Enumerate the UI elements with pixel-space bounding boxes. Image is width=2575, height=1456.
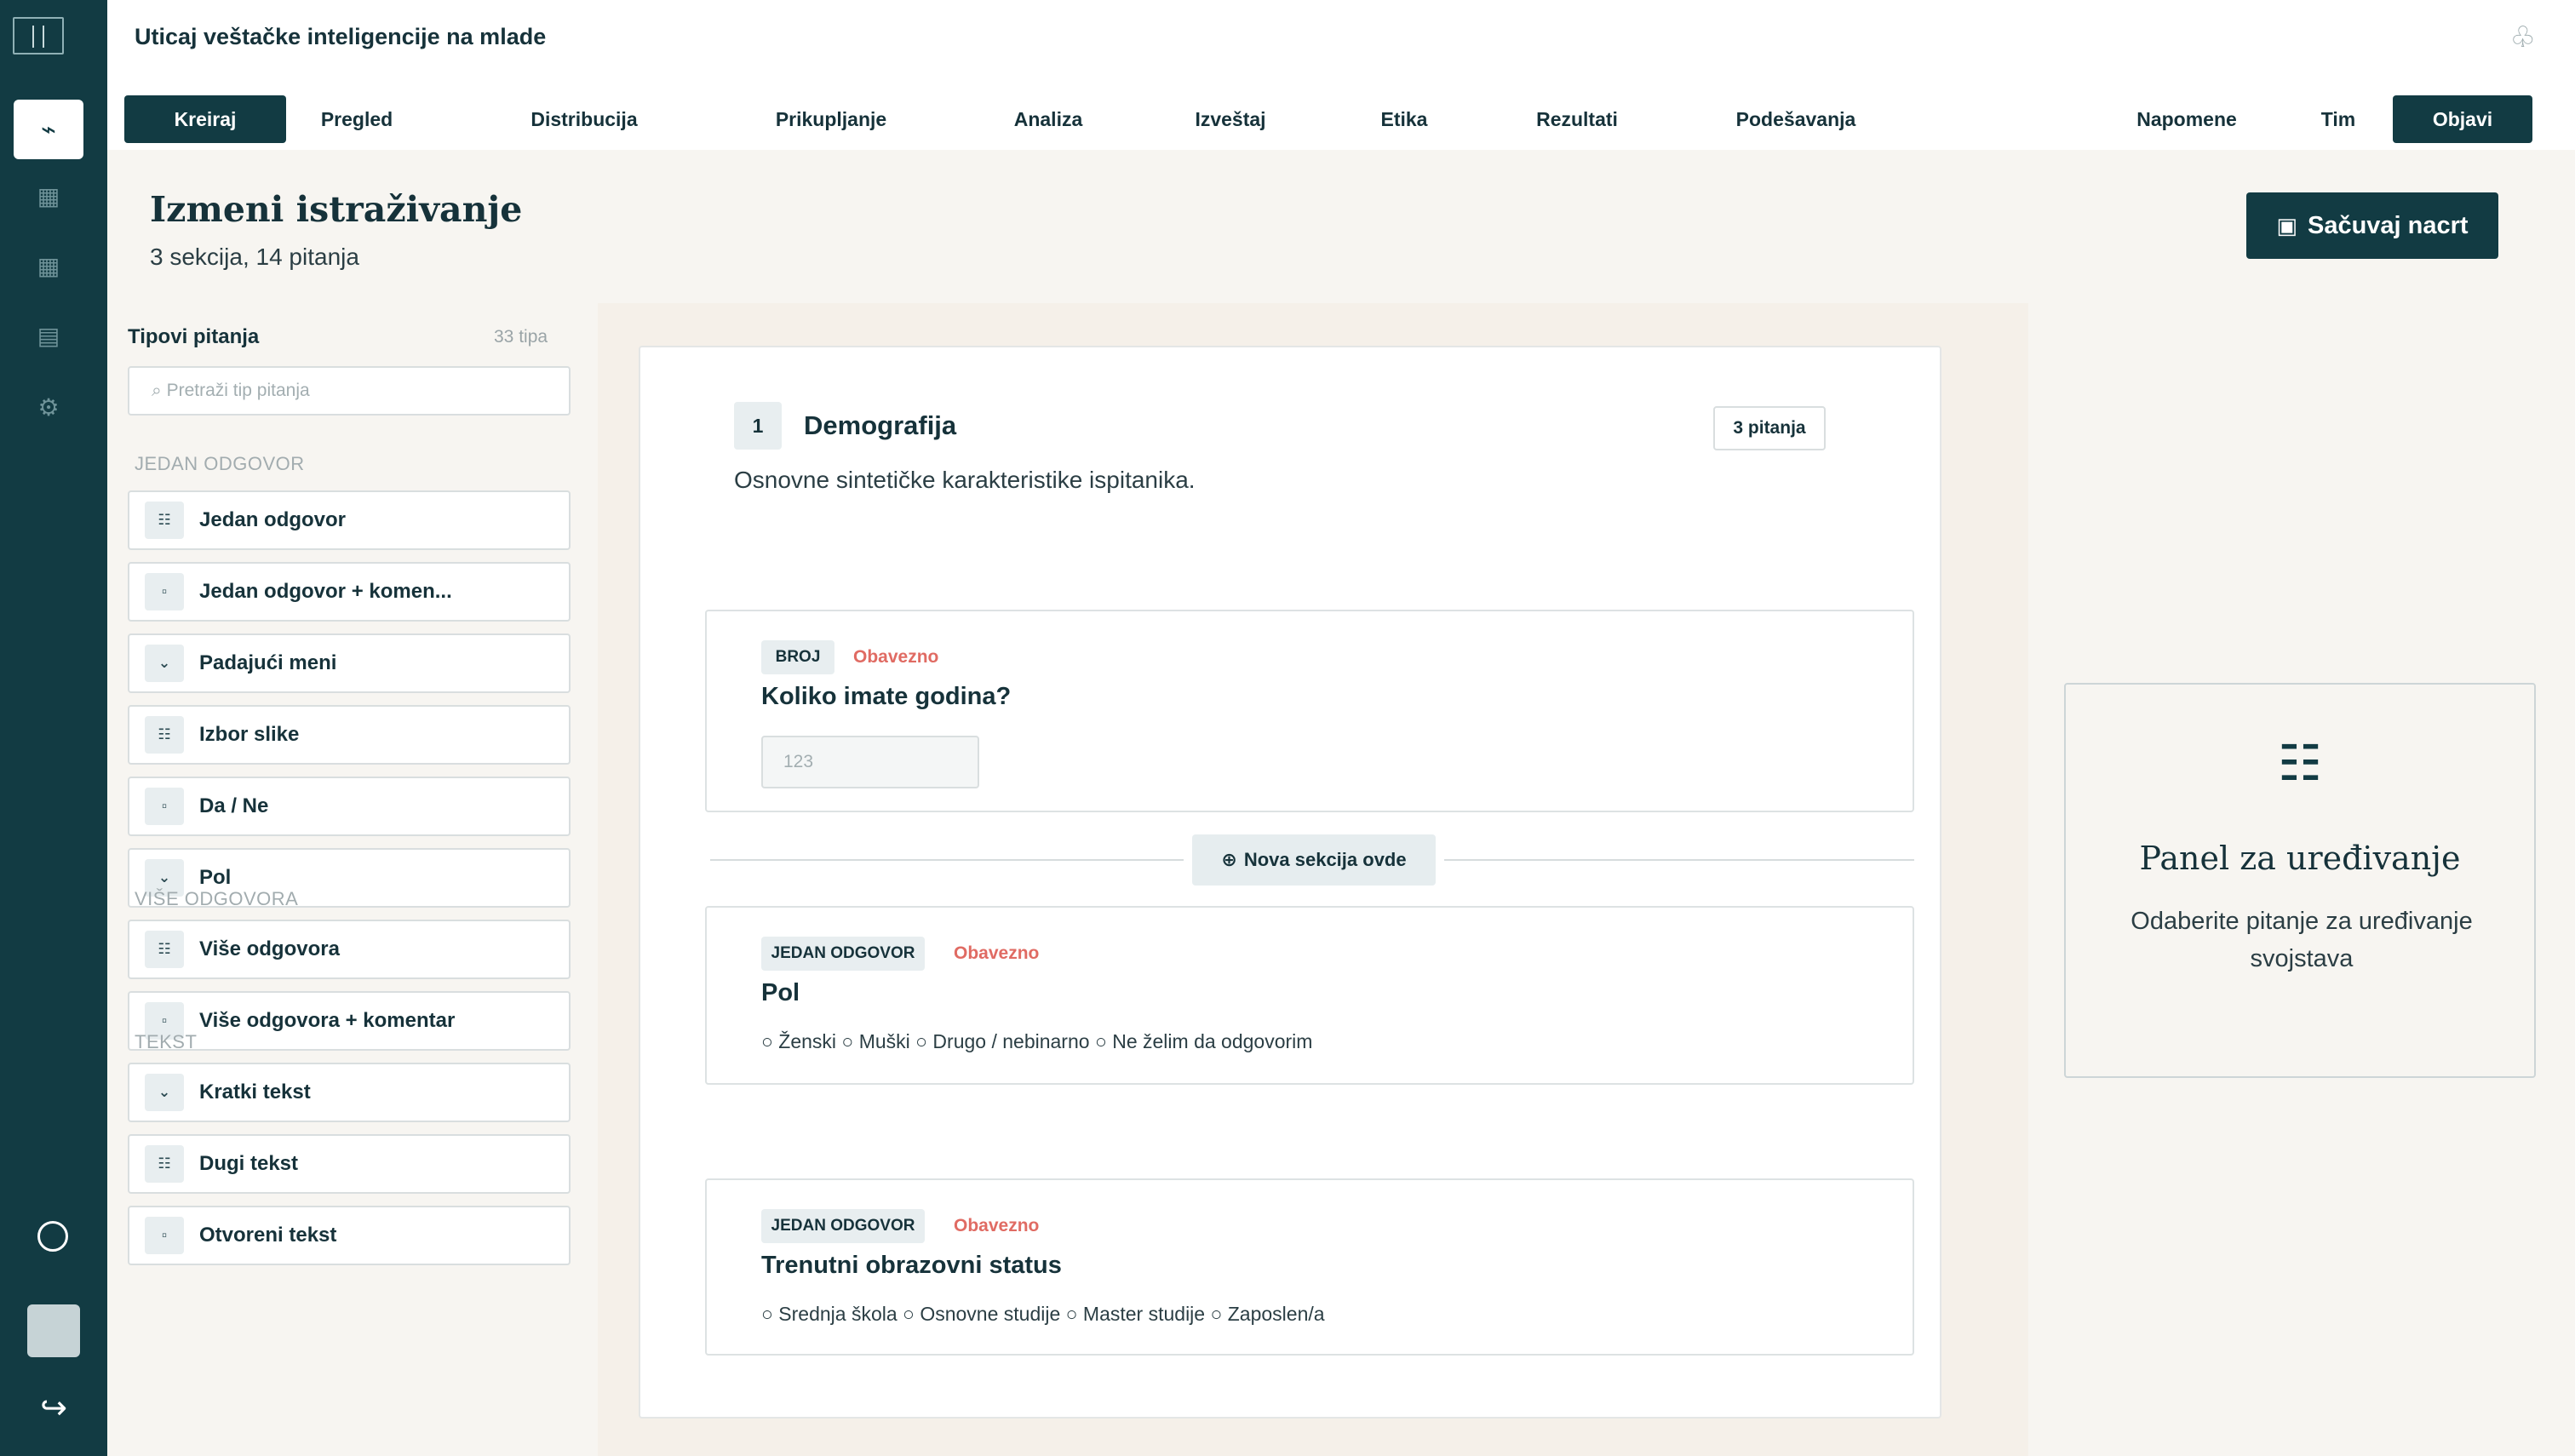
- library-item-label: Izbor slike: [199, 723, 300, 746]
- library-item[interactable]: ▫ Jedan odgovor + komen...: [128, 562, 571, 622]
- list-icon: ☷: [145, 716, 184, 754]
- section-title[interactable]: Demografija: [804, 410, 956, 441]
- question-title: Koliko imate godina?: [761, 683, 1012, 710]
- question-card[interactable]: [705, 906, 1914, 1085]
- gear-glyph: ⚙: [37, 393, 60, 421]
- list-icon: ☷: [145, 502, 184, 539]
- library-item[interactable]: ☷ Izbor slike: [128, 705, 571, 765]
- library-item[interactable]: ☷ Više odgovora: [128, 920, 571, 979]
- edit-panel-title: Panel za uređivanje: [2139, 840, 2461, 877]
- tab-etika[interactable]: Etika: [1357, 95, 1451, 143]
- library-item-label: Padajući meni: [199, 651, 337, 674]
- library-item[interactable]: ⌄ Kratki tekst: [128, 1063, 571, 1122]
- grid-icon[interactable]: ▦: [14, 240, 83, 291]
- section-divider: [1444, 859, 1914, 861]
- tab-napomene[interactable]: Napomene: [2110, 95, 2263, 143]
- tab-tim[interactable]: Tim: [2296, 95, 2381, 143]
- grid-glyph: ▦: [37, 182, 60, 209]
- library-item-label: Jedan odgovor + komen...: [199, 580, 452, 603]
- list-icon[interactable]: ▤: [14, 310, 83, 361]
- library-item-label: Dugi tekst: [199, 1152, 299, 1175]
- bolt-glyph: ⌁: [40, 115, 57, 144]
- question-type-badge: JEDAN ODGOVOR: [761, 1209, 925, 1243]
- library-item[interactable]: ▫ Otvoreni tekst: [128, 1206, 571, 1265]
- save-icon: ▣: [2276, 212, 2297, 238]
- page-title: Izmeni istraživanje: [150, 189, 523, 230]
- chevron-down-icon: ⌄: [145, 1074, 184, 1111]
- group-label-text: TEKST: [135, 1031, 198, 1052]
- sidebar-rail: ⌁ ▦ ▦ ▤ ⚙ ↪: [0, 0, 107, 1456]
- save-draft-label: Sačuvaj nacrt: [2307, 211, 2469, 239]
- question-options: ○ Srednja škola ○ Osnovne studije ○ Mast…: [761, 1303, 1325, 1325]
- library-count: 33 tipa: [494, 327, 548, 347]
- chevron-down-icon: ⌄: [145, 645, 184, 682]
- question-options: ○ Ženski ○ Muški ○ Drugo / nebinarno ○ N…: [761, 1030, 1313, 1052]
- tab-rezultati[interactable]: Rezultati: [1509, 95, 1645, 143]
- page-subtitle: 3 sekcija, 14 pitanja: [150, 244, 359, 270]
- required-label: Obavezno: [954, 943, 1040, 963]
- cloud-sync-icon[interactable]: ♧: [2510, 20, 2536, 54]
- plus-icon: ⊕: [1221, 849, 1237, 870]
- square-icon: ▫: [145, 1217, 184, 1254]
- required-label: Obavezno: [853, 647, 939, 667]
- list-glyph: ▤: [37, 322, 60, 349]
- add-section-label: Nova sekcija ovde: [1243, 849, 1407, 870]
- library-item-label: Jedan odgovor: [199, 508, 347, 531]
- section-number: 1: [734, 402, 782, 450]
- tab-kreiraj[interactable]: Kreiraj: [124, 95, 286, 143]
- library-item[interactable]: ▫ Da / Ne: [128, 777, 571, 836]
- group-label-multiple: VIŠE ODGOVORA: [135, 888, 299, 909]
- section-description[interactable]: Osnovne sintetičke karakteristike ispita…: [734, 467, 1196, 494]
- tab-distribucija[interactable]: Distribucija: [499, 95, 669, 143]
- required-label: Obavezno: [954, 1216, 1040, 1235]
- top-bar: Uticaj veštačke inteligencije na mlade ♧…: [107, 0, 2575, 150]
- library-item-label: Više odgovora + komentar: [199, 1009, 456, 1032]
- avatar[interactable]: [27, 1304, 80, 1357]
- library-search-input[interactable]: ⌕ Pretraži tip pitanja: [128, 366, 571, 416]
- tab-podesavanja[interactable]: Podešavanja: [1698, 95, 1894, 143]
- library-item-label: Pol: [199, 866, 232, 889]
- section-question-count-badge: 3 pitanja: [1713, 406, 1826, 450]
- list-icon: ☷: [2278, 736, 2322, 791]
- tab-izvestaj[interactable]: Izveštaj: [1167, 95, 1294, 143]
- square-icon: ▫: [145, 573, 184, 610]
- grid-glyph: ▦: [37, 252, 60, 279]
- number-input-preview: 123: [761, 736, 979, 788]
- question-type-badge: BROJ: [761, 640, 834, 674]
- square-icon: ▫: [145, 788, 184, 825]
- question-title: Trenutni obrazovni status: [761, 1252, 1062, 1279]
- logout-icon[interactable]: ↪: [27, 1386, 80, 1429]
- gear-icon[interactable]: ⚙: [14, 381, 83, 433]
- bolt-icon[interactable]: ⌁: [14, 100, 83, 159]
- library-item-label: Više odgovora: [199, 937, 340, 960]
- library-item-label: Da / Ne: [199, 794, 269, 817]
- group-label-single: JEDAN ODGOVOR: [135, 453, 305, 474]
- question-title: Pol: [761, 979, 800, 1006]
- list-icon: ☷: [145, 1145, 184, 1183]
- library-item[interactable]: ☷ Jedan odgovor: [128, 490, 571, 550]
- panel-layout-icon[interactable]: [13, 17, 64, 54]
- library-item[interactable]: ☷ Dugi tekst: [128, 1134, 571, 1194]
- grid-icon[interactable]: ▦: [14, 170, 83, 221]
- add-section-button[interactable]: ⊕ Nova sekcija ovde: [1192, 834, 1436, 886]
- circle-icon[interactable]: [37, 1221, 68, 1252]
- library-item-label: Kratki tekst: [199, 1081, 311, 1103]
- edit-panel-hint: Odaberite pitanje za uređivanje svojstav…: [2131, 908, 2473, 972]
- logout-glyph: ↪: [40, 1390, 67, 1426]
- publish-button[interactable]: Objavi: [2393, 95, 2532, 143]
- list-icon: ☷: [145, 931, 184, 968]
- question-type-badge: JEDAN ODGOVOR: [761, 937, 925, 971]
- library-item-label: Otvoreni tekst: [199, 1224, 337, 1247]
- save-draft-button[interactable]: ▣ Sačuvaj nacrt: [2246, 192, 2498, 259]
- tab-analiza[interactable]: Analiza: [993, 95, 1104, 143]
- tab-pregled[interactable]: Pregled: [301, 95, 412, 143]
- edit-panel: ☷ Panel za uređivanje Odaberite pitanje …: [2064, 683, 2536, 1078]
- tab-prikupljanje[interactable]: Prikupljanje: [737, 95, 925, 143]
- library-title: Tipovi pitanja: [128, 325, 260, 348]
- library-item[interactable]: ⌄ Padajući meni: [128, 633, 571, 693]
- section-divider: [710, 859, 1184, 861]
- app-title: Uticaj veštačke inteligencije na mlade: [135, 24, 547, 49]
